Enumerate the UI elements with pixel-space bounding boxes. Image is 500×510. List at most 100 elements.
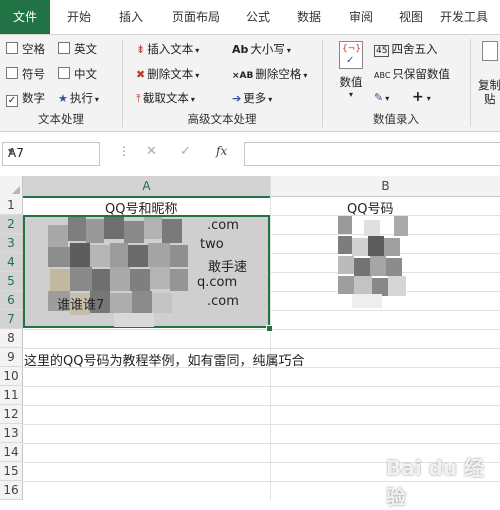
gridline [22, 443, 500, 444]
checkbox-space[interactable]: 空格 [6, 41, 45, 57]
tab-file[interactable]: 文件 [0, 0, 50, 34]
delete-space-label: 删除空格 [255, 67, 302, 81]
row-header[interactable]: 12 [0, 405, 23, 424]
formula-input[interactable] [244, 142, 500, 166]
cancel-icon[interactable]: ✕ [146, 144, 157, 159]
row-header[interactable]: 9 [0, 348, 23, 367]
cell-a5[interactable]: q.com [197, 275, 237, 290]
row-header[interactable]: 15 [0, 462, 23, 481]
round-icon: 45 [374, 45, 390, 57]
more-button[interactable]: ➔ 更多 ▾ [232, 90, 272, 106]
row-header[interactable]: 16 [0, 481, 23, 500]
copy-icon[interactable] [478, 41, 500, 67]
cell-a6-suffix[interactable]: .com [207, 294, 239, 309]
checkbox-symbol[interactable]: 符号 [6, 66, 45, 82]
row-header[interactable]: 8 [0, 329, 23, 348]
delete-text-icon: ✖ [136, 68, 146, 81]
number-label: 数值 [339, 75, 363, 89]
tab-data[interactable]: 数据 [286, 0, 332, 34]
row-header[interactable]: 4 [0, 253, 23, 272]
checkbox-english[interactable]: 英文 [58, 41, 97, 57]
gridline [22, 424, 500, 425]
row-header[interactable]: 2 [0, 215, 23, 234]
checkbox-number[interactable]: 数字 [6, 90, 45, 107]
chevron-down-icon: ▾ [348, 90, 353, 99]
ribbon-tab-bar: 文件 开始 插入 页面布局 公式 数据 审阅 视图 开发工具 [0, 0, 500, 35]
delete-text-button[interactable]: ✖ 删除文本 ▾ [136, 66, 199, 82]
chevron-down-icon: ▾ [190, 95, 195, 104]
extract-text-label: 截取文本 [142, 91, 189, 105]
row-header[interactable]: 5 [0, 272, 23, 291]
cell-a2[interactable]: .com [207, 218, 239, 233]
tab-home[interactable]: 开始 [56, 0, 102, 34]
row-header[interactable]: 6 [0, 291, 23, 310]
group-label-number: 数值录入 [373, 112, 419, 126]
checkbox-label: 空格 [22, 42, 45, 56]
chevron-down-icon: ▾ [303, 71, 308, 80]
execute-button[interactable]: ★ 执行 ▾ [58, 90, 99, 106]
row-header[interactable]: 7 [0, 310, 23, 329]
tab-view[interactable]: 视图 [388, 0, 434, 34]
arrow-right-icon: ➔ [232, 92, 242, 105]
chevron-down-icon: ▾ [426, 94, 431, 103]
insert-text-icon: ⇟ [136, 43, 146, 56]
cell-b1[interactable]: QQ号码 [347, 198, 393, 217]
cell-a3[interactable]: two [200, 237, 224, 252]
select-all-corner[interactable] [0, 176, 23, 197]
extract-text-button[interactable]: ⤒ 截取文本 ▾ [136, 90, 195, 106]
star-icon: ★ [58, 92, 68, 105]
tab-page-layout[interactable]: 页面布局 [160, 0, 232, 34]
spreadsheet-grid: A B 1 2 3 4 5 6 7 8 9 10 11 12 13 14 15 … [0, 176, 500, 509]
checkbox-label: 中文 [74, 67, 97, 81]
row-header[interactable]: 3 [0, 234, 23, 253]
insert-function-icon[interactable]: fx [216, 144, 227, 158]
row-header[interactable]: 11 [0, 386, 23, 405]
case-icon: Ab [232, 43, 249, 56]
keep-number-button[interactable]: ABC 只保留数值 [374, 66, 450, 82]
row-header[interactable]: 1 [0, 196, 23, 215]
keep-number-icon: ABC [374, 71, 391, 80]
chevron-down-icon: ▾ [385, 94, 390, 103]
checkbox-box[interactable] [58, 42, 70, 54]
checkbox-box-checked[interactable] [6, 95, 18, 107]
insert-text-button[interactable]: ⇟ 插入文本 ▾ [136, 41, 199, 57]
row-header[interactable]: 13 [0, 424, 23, 443]
cell-a9[interactable]: 这里的QQ号码为教程举例，如有雷同，纯属巧合 [24, 350, 304, 369]
row-header[interactable]: 10 [0, 367, 23, 386]
checkbox-box[interactable] [6, 42, 18, 54]
checkbox-box[interactable] [6, 67, 18, 79]
checkbox-box[interactable] [58, 67, 70, 79]
checkbox-label: 英文 [74, 42, 97, 56]
watermark: Bai du 经验 [386, 456, 485, 509]
delete-space-button[interactable]: ×AB 删除空格 ▾ [232, 66, 307, 82]
add-button[interactable]: + ▾ [412, 89, 431, 105]
tab-developer[interactable]: 开发工具 [440, 0, 500, 34]
cell-a4[interactable]: 敢手速 [208, 256, 247, 275]
round-button[interactable]: 45 四舍五入 [374, 41, 437, 57]
column-header-b[interactable]: B [271, 176, 500, 197]
chevron-down-icon[interactable]: ▼ [8, 147, 95, 156]
checkbox-label: 数字 [22, 91, 45, 105]
pixelated-content [338, 216, 414, 308]
tab-insert[interactable]: 插入 [108, 0, 154, 34]
fill-handle[interactable] [266, 325, 273, 332]
case-button[interactable]: Ab 大小写 ▾ [232, 41, 291, 57]
edit-dropdown[interactable]: ✎ ▾ [374, 90, 389, 104]
tab-formulas[interactable]: 公式 [238, 0, 278, 34]
cell-a6-prefix[interactable]: 谁谁谁7 [57, 294, 104, 313]
pencil-icon: ✎ [374, 91, 384, 104]
cell-a1[interactable]: QQ号和昵称 [105, 198, 177, 217]
chevron-down-icon: ▾ [195, 46, 200, 55]
column-header-a[interactable]: A [23, 176, 271, 198]
round-label: 四舍五入 [391, 42, 438, 56]
enter-icon[interactable]: ✓ [180, 144, 191, 159]
name-box[interactable]: A7 ▼ [2, 142, 100, 166]
row-header[interactable]: 14 [0, 443, 23, 462]
number-big-button[interactable]: {¬} ✓ 数值 ▾ [334, 39, 368, 105]
tab-review[interactable]: 审阅 [338, 0, 384, 34]
extract-text-icon: ⤒ [136, 92, 141, 105]
checkbox-chinese[interactable]: 中文 [58, 66, 97, 82]
grip-icon: ⋮ [118, 144, 130, 158]
group-label-advanced: 高级文本处理 [187, 112, 257, 126]
chevron-down-icon: ▾ [286, 46, 291, 55]
